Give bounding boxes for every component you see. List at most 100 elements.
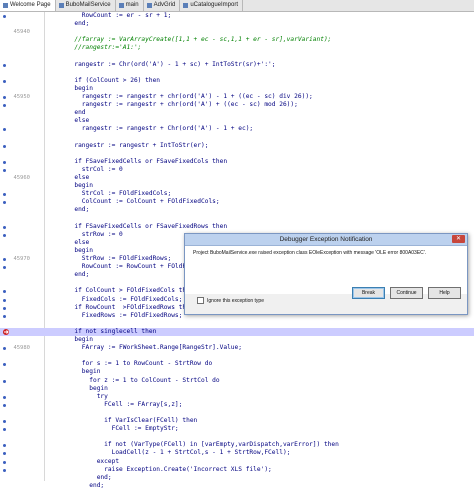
breakpoint-dot-icon[interactable] [3, 201, 6, 205]
code-line[interactable]: end; [0, 474, 474, 482]
breakpoint-dot-icon[interactable] [3, 79, 6, 83]
checkbox-box[interactable] [197, 297, 204, 304]
code-line[interactable] [0, 134, 474, 142]
code-line[interactable]: if (ColCount > 26) then [0, 77, 474, 85]
breakpoint-dot-icon[interactable] [3, 160, 6, 164]
code-line[interactable]: ColCount := ColCount + FOldFixedCols; [0, 198, 474, 206]
code-line[interactable]: try [0, 393, 474, 401]
code-text: FixedRows := FOldFixedRows; [52, 311, 183, 319]
code-line[interactable] [0, 352, 474, 360]
breakpoint-dot-icon[interactable] [3, 104, 6, 108]
tab-bubomailservice[interactable]: BuboMailService [56, 0, 116, 11]
breakpoint-dot-icon[interactable] [3, 128, 6, 132]
code-line[interactable]: if FSaveFixedCells or FSaveFixedRows the… [0, 223, 474, 231]
breakpoint-dot-icon[interactable] [3, 363, 6, 367]
code-line[interactable] [0, 433, 474, 441]
tab-welcome-page[interactable]: Welcome Page [0, 0, 56, 11]
tab-label: Welcome Page [10, 2, 51, 8]
breakpoint-dot-icon[interactable] [3, 225, 6, 229]
breakpoint-dot-icon[interactable] [3, 460, 6, 464]
ignore-exception-checkbox[interactable]: Ignore this exception type [197, 297, 264, 304]
breakpoint-dot-icon[interactable] [3, 314, 6, 318]
breakpoint-dot-icon[interactable] [3, 290, 6, 294]
breakpoint-dot-icon[interactable] [3, 63, 6, 67]
code-line[interactable]: end [0, 109, 474, 117]
code-line[interactable] [0, 53, 474, 61]
code-line[interactable]: end; [0, 482, 474, 490]
code-line[interactable]: rangestr := Chr(ord('A') - 1 + sc) + Int… [0, 61, 474, 69]
code-line[interactable]: except [0, 458, 474, 466]
code-text: begin [52, 246, 93, 254]
code-text: if not (VarType(FCell) in [varEmpty,varD… [52, 441, 339, 449]
breakpoint-dot-icon[interactable] [3, 266, 6, 270]
tab-main[interactable]: main [116, 0, 144, 11]
close-icon[interactable]: ✕ [452, 235, 465, 243]
breakpoint-dot-icon[interactable] [3, 347, 6, 351]
code-line[interactable]: 45940 [0, 28, 474, 36]
breakpoint-dot-icon[interactable] [3, 233, 6, 237]
breakpoint-dot-icon[interactable] [3, 144, 6, 148]
code-text: else [52, 117, 90, 125]
code-line[interactable]: StrCol := FOldFixedCols; [0, 190, 474, 198]
tab-ucatalogueimport[interactable]: uCatalogueImport [180, 0, 244, 11]
breakpoint-dot-icon[interactable] [3, 452, 6, 456]
break-button[interactable]: Break [352, 287, 385, 299]
breakpoint-dot-icon[interactable] [3, 468, 6, 472]
checkbox-label: Ignore this exception type [207, 297, 264, 304]
code-line[interactable]: begin [0, 336, 474, 344]
code-line[interactable]: rangestr := rangestr + IntToStr(er); [0, 142, 474, 150]
breakpoint-dot-icon[interactable] [3, 15, 6, 18]
breakpoint-dot-icon[interactable] [3, 403, 6, 407]
code-line[interactable]: 45980 FArray := FWorkSheet.Range[RangeSt… [0, 344, 474, 352]
code-text: else [52, 238, 90, 246]
code-line[interactable] [0, 320, 474, 328]
breakpoint-dot-icon[interactable] [3, 193, 6, 197]
code-line[interactable] [0, 215, 474, 223]
continue-button[interactable]: Continue [390, 287, 423, 299]
highlighted-code-line[interactable]: if not singlecell then [0, 327, 474, 336]
code-line[interactable]: begin [0, 368, 474, 376]
code-line[interactable]: if not (VarType(FCell) in [varEmpty,varD… [0, 441, 474, 449]
code-line[interactable]: FCell := EmptyStr; [0, 425, 474, 433]
breakpoint-dot-icon[interactable] [3, 379, 6, 383]
code-line[interactable]: for z := 1 to ColCount - StrtCol do [0, 377, 474, 385]
code-line[interactable]: RowCount := er - sr + 1; [0, 12, 474, 20]
code-line[interactable]: if VarIsClear(FCell) then [0, 417, 474, 425]
line-number: 45960 [13, 175, 30, 181]
code-line[interactable] [0, 69, 474, 77]
code-line[interactable] [0, 150, 474, 158]
code-line[interactable]: 45960 else [0, 174, 474, 182]
code-line[interactable]: raise Exception.Create('Incorrect XLS fi… [0, 466, 474, 474]
code-line[interactable]: if FSaveFixedCells or FSaveFixedCols the… [0, 158, 474, 166]
code-line[interactable]: begin [0, 385, 474, 393]
breakpoint-dot-icon[interactable] [3, 428, 6, 432]
code-text: rangestr := rangestr + IntToStr(er); [52, 141, 209, 149]
code-line[interactable]: 45950 rangestr := rangestr + chr(ord('A'… [0, 93, 474, 101]
code-line[interactable]: else [0, 117, 474, 125]
help-button[interactable]: Help [428, 287, 461, 299]
code-line[interactable]: rangestr := rangestr + Chr(ord('A') - 1 … [0, 125, 474, 133]
code-line[interactable]: rangestr := rangestr + chr(ord('A') + ((… [0, 101, 474, 109]
code-line[interactable]: FCell := FArray[s,z]; [0, 401, 474, 409]
dialog-title-bar[interactable]: Debugger Exception Notification ✕ [185, 234, 467, 246]
code-line[interactable]: end; [0, 206, 474, 214]
code-line[interactable]: //rangestr:='A1:'; [0, 44, 474, 52]
code-line[interactable]: begin [0, 182, 474, 190]
breakpoint-dot-icon[interactable] [3, 258, 6, 261]
code-line[interactable]: end; [0, 20, 474, 28]
breakpoint-dot-icon[interactable] [3, 96, 6, 99]
code-line[interactable]: strCol := 0 [0, 166, 474, 174]
breakpoint-dot-icon[interactable] [3, 444, 6, 448]
breakpoint-dot-icon[interactable] [3, 298, 6, 302]
breakpoint-dot-icon[interactable] [3, 395, 6, 399]
code-line[interactable] [0, 409, 474, 417]
breakpoint-dot-icon[interactable] [3, 420, 6, 423]
breakpoint-dot-icon[interactable] [3, 168, 6, 172]
line-number: 45980 [13, 345, 30, 352]
code-line[interactable]: for s := 1 to RowCount - StrtRow do [0, 360, 474, 368]
tab-advgrid[interactable]: AdvGrid [144, 0, 181, 11]
code-text: LoadCell(z - 1 + StrtCol,s - 1 + StrtRow… [52, 449, 291, 457]
breakpoint-dot-icon[interactable] [3, 306, 6, 310]
code-line[interactable]: begin [0, 85, 474, 93]
code-line[interactable]: LoadCell(z - 1 + StrtCol,s - 1 + StrtRow… [0, 449, 474, 457]
